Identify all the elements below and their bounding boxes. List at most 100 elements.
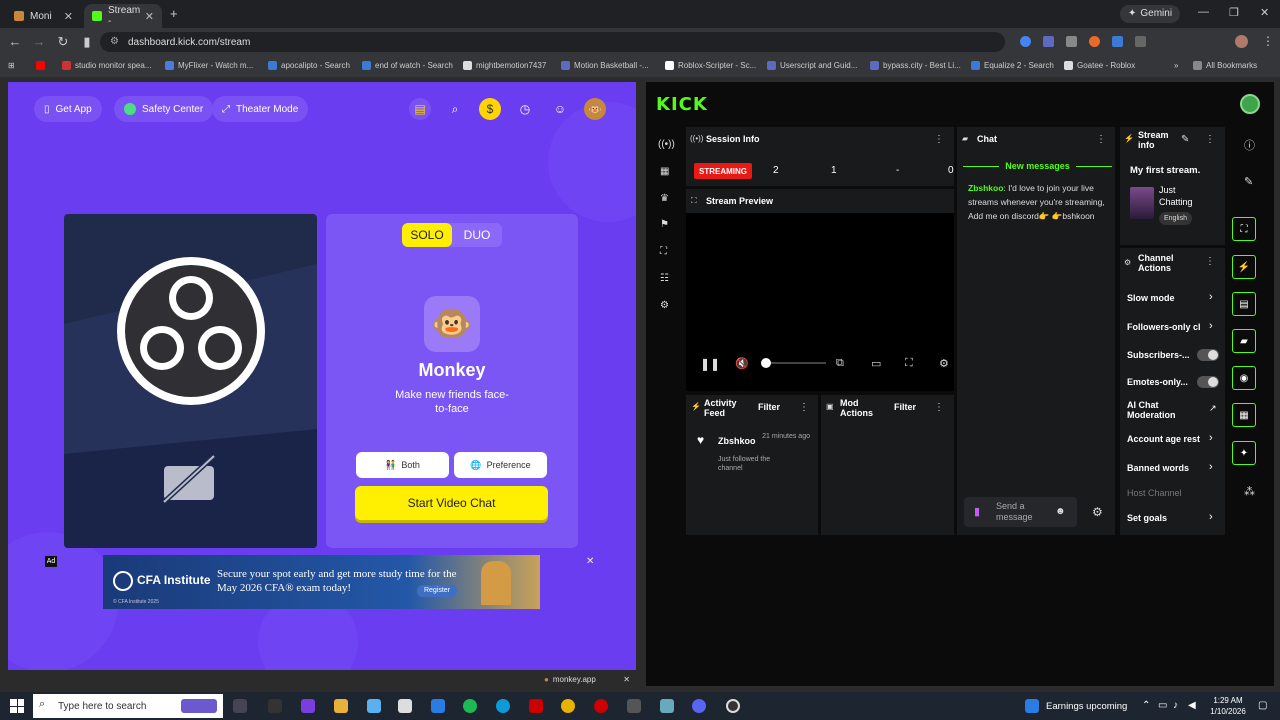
- tab-stream[interactable]: Stream - ✕: [84, 4, 162, 28]
- info-icon[interactable]: ⓘ: [1244, 137, 1255, 153]
- new-tab-icon[interactable]: +: [170, 6, 178, 21]
- subscribers-only-row[interactable]: Subscribers-...: [1127, 350, 1190, 360]
- more-options-icon[interactable]: ⋮: [1205, 134, 1215, 145]
- quick-lightning-icon[interactable]: ⚡: [1232, 255, 1256, 279]
- gemini-button[interactable]: ✦ Gemini: [1120, 5, 1181, 23]
- shop-icon[interactable]: ▤: [409, 98, 431, 120]
- close-tab-icon[interactable]: ✕: [64, 10, 73, 23]
- more-tools-icon[interactable]: ⁂: [1244, 485, 1255, 498]
- taskbar-app-icon[interactable]: [627, 699, 641, 713]
- forward-icon[interactable]: →: [31, 34, 47, 49]
- gender-both-button[interactable]: 👫 Both: [356, 452, 449, 478]
- back-icon[interactable]: ←: [7, 34, 23, 49]
- apps-grid-icon[interactable]: ⊞: [8, 61, 15, 70]
- youtube-bookmark-icon[interactable]: [36, 61, 49, 70]
- ad-close-icon[interactable]: ✕: [586, 556, 594, 567]
- trophy-icon[interactable]: ♛: [660, 193, 669, 204]
- category-name[interactable]: Just Chatting: [1159, 184, 1199, 208]
- volume-slider-handle[interactable]: [761, 358, 771, 368]
- edit-icon[interactable]: ✎: [1181, 134, 1189, 145]
- close-tab-icon[interactable]: ✕: [145, 10, 154, 23]
- history-icon[interactable]: ◷: [514, 98, 536, 120]
- tab-monkey[interactable]: Moni ✕: [6, 4, 81, 28]
- site-info-icon[interactable]: ⚙: [110, 36, 119, 47]
- camera-off-icon[interactable]: [162, 454, 218, 504]
- extension-icon[interactable]: [1043, 36, 1054, 47]
- minimize-icon[interactable]: —: [1198, 6, 1209, 18]
- chat-username[interactable]: Zbshkoo: [968, 183, 1003, 193]
- settings-icon[interactable]: ⚙: [660, 300, 669, 311]
- users-icon[interactable]: ☷: [660, 273, 669, 284]
- bookmark-item[interactable]: Userscript and Guid...: [767, 61, 857, 70]
- emoji-icon[interactable]: ☻: [1055, 506, 1066, 517]
- player-settings-icon[interactable]: ⚙: [939, 357, 949, 370]
- mute-icon[interactable]: 🔇: [735, 357, 749, 370]
- ai-moderation-row[interactable]: AI Chat Moderation: [1127, 400, 1197, 420]
- more-options-icon[interactable]: ⋮: [934, 402, 944, 413]
- store-icon[interactable]: [398, 699, 412, 713]
- file-explorer-icon[interactable]: [334, 699, 348, 713]
- quick-broadcast-icon[interactable]: ◉: [1232, 366, 1256, 390]
- extension-icon[interactable]: [1066, 36, 1077, 47]
- emote-icon[interactable]: ▮: [974, 505, 980, 518]
- bookmark-item[interactable]: MyFlixer - Watch m...: [165, 61, 253, 70]
- slow-mode-row[interactable]: Slow mode: [1127, 293, 1175, 303]
- ad-register-button[interactable]: Register: [417, 585, 457, 597]
- search-icon[interactable]: ⌕: [444, 98, 466, 120]
- emotes-only-row[interactable]: Emotes-only...: [1127, 377, 1188, 387]
- coin-icon[interactable]: $: [479, 98, 501, 120]
- extensions-puzzle-icon[interactable]: [1135, 36, 1146, 47]
- discord-icon[interactable]: [692, 699, 706, 713]
- bookmark-item[interactable]: Goatee - Roblox: [1064, 61, 1135, 70]
- extension-icon[interactable]: [1089, 36, 1100, 47]
- chevron-right-icon[interactable]: ›: [1209, 461, 1213, 473]
- taskbar-app-icon[interactable]: [660, 699, 674, 713]
- external-link-icon[interactable]: ↗: [1209, 403, 1217, 414]
- bookmark-item[interactable]: mightbemotion7437: [463, 61, 546, 70]
- account-age-row[interactable]: Account age rest: [1127, 434, 1200, 444]
- quick-layout-icon[interactable]: ▦: [1232, 403, 1256, 427]
- filter-button[interactable]: Filter: [894, 402, 916, 412]
- copilot-icon[interactable]: [367, 699, 381, 713]
- community-icon[interactable]: ⚑: [660, 219, 669, 230]
- sidebar-toggle-icon[interactable]: ▮: [79, 34, 95, 50]
- bookmark-item[interactable]: apocalipto - Search: [268, 61, 350, 70]
- bookmark-item[interactable]: studio monitor spea...: [62, 61, 151, 70]
- all-bookmarks[interactable]: All Bookmarks: [1193, 61, 1257, 70]
- analytics-icon[interactable]: ▦: [660, 166, 669, 177]
- quick-notes-icon[interactable]: ▤: [1232, 292, 1256, 316]
- pause-icon[interactable]: ❚❚: [700, 357, 720, 371]
- ad-banner[interactable]: CFA Institute Secure your spot early and…: [103, 555, 540, 609]
- followers-only-row[interactable]: Followers-only cl: [1127, 322, 1201, 332]
- notifications-icon[interactable]: ▢: [1258, 700, 1267, 711]
- bookmark-item[interactable]: bypass.city - Best Li...: [870, 61, 961, 70]
- more-options-icon[interactable]: ⋮: [1205, 256, 1215, 267]
- address-bar[interactable]: ⚙ dashboard.kick.com/stream: [100, 32, 1005, 52]
- volume-icon[interactable]: ◀: [1188, 700, 1196, 711]
- emotes-toggle[interactable]: [1197, 376, 1219, 388]
- subscribers-toggle[interactable]: [1197, 349, 1219, 361]
- chevron-right-icon[interactable]: ›: [1209, 320, 1213, 332]
- more-options-icon[interactable]: ⋮: [934, 134, 944, 145]
- extension-icon[interactable]: [1112, 36, 1123, 47]
- chevron-right-icon[interactable]: ›: [1209, 291, 1213, 303]
- clock[interactable]: 1:29 AM 1/10/2026: [1208, 695, 1248, 717]
- taskbar-app-icon[interactable]: [301, 699, 315, 713]
- bookmark-item[interactable]: end of watch - Search: [362, 61, 453, 70]
- bookmark-item[interactable]: Roblox-Scripter - Sc...: [665, 61, 756, 70]
- filter-button[interactable]: Filter: [758, 402, 780, 412]
- pencil-icon[interactable]: ✎: [1244, 175, 1253, 188]
- reload-icon[interactable]: ↻: [55, 34, 71, 50]
- more-options-icon[interactable]: ⋮: [1096, 134, 1106, 145]
- spotify-icon[interactable]: [463, 699, 477, 713]
- preference-button[interactable]: 🌐 Preference: [454, 452, 547, 478]
- close-window-icon[interactable]: ✕: [1260, 6, 1269, 19]
- bookmark-item[interactable]: Motion Basketball -...: [561, 61, 649, 70]
- profile-monkey-icon[interactable]: 🐵: [584, 98, 606, 120]
- theater-mode-button[interactable]: ⤢ Theater Mode: [212, 96, 309, 122]
- solo-tab[interactable]: SOLO: [402, 223, 452, 247]
- chrome-icon[interactable]: [561, 699, 575, 713]
- restore-icon[interactable]: ❐: [1229, 6, 1239, 19]
- clips-icon[interactable]: ⛶: [660, 246, 667, 257]
- microphone-icon[interactable]: ♪: [1173, 700, 1178, 711]
